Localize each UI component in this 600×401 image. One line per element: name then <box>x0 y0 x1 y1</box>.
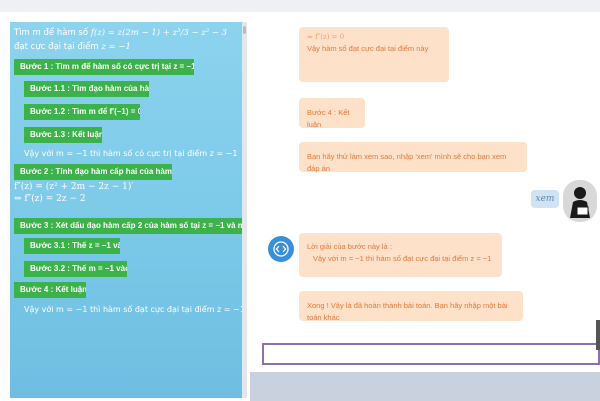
problem-point: z = −1 <box>101 42 131 52</box>
step-2[interactable]: Bước 2 : Tính đạo hàm cấp hai của hàm số <box>14 164 172 180</box>
message-input[interactable] <box>262 343 600 365</box>
problem-prefix: Tìm m để hàm số <box>14 28 91 38</box>
bot-message: Bước 4 : Kết luận <box>299 98 365 129</box>
user-message: xem <box>531 190 559 208</box>
bot-message: ⇔ f″(z) = 0 Vậy hàm số đạt cực đại tại đ… <box>299 27 449 82</box>
step-4-note: Vậy với m = −1 thì hàm số đạt cực đại tạ… <box>24 305 242 314</box>
step-1-2[interactable]: Bước 1.2 : Tìm m để f′(−1) = 0 <box>24 104 140 120</box>
top-bar <box>0 0 600 12</box>
bot-message: Lời giải của bước này là : Vậy với m = −… <box>299 233 502 277</box>
step-3-2[interactable]: Bước 3.2 : Thế m = −1 vào <box>24 261 127 277</box>
steps-panel: Tìm m để hàm số f(z) = z(2m − 1) + z³/3 … <box>10 22 242 398</box>
steps-scrollbar[interactable] <box>242 22 247 398</box>
step-1-note: Vậy với m = −1 thì hàm số có cực trị tại… <box>24 149 238 158</box>
message-line: Bạn hãy thử làm xem sao, nhập 'xem' mình… <box>307 152 507 173</box>
step-3[interactable]: Bước 3 : Xét dấu đạo hàm cấp 2 của hàm s… <box>14 218 242 234</box>
step-2-formula-1: f″(z) = (z² + 2m − 2z − 1)′ <box>14 182 134 192</box>
problem-formula: f(z) = z(2m − 1) + z³/3 − z² − 3 <box>90 28 228 38</box>
chevrons-code-icon <box>269 237 293 261</box>
step-1-1[interactable]: Bước 1.1 : Tìm đạo hàm của hàm số <box>24 81 149 97</box>
step-4[interactable]: Bước 4 : Kết luận <box>14 282 86 298</box>
bottom-bar <box>250 372 600 401</box>
message-line: Lời giải của bước này là : <box>307 242 392 251</box>
message-line: Xong ! Vậy là đã hoàn thành bài toán. Bạ… <box>307 301 508 322</box>
step-1[interactable]: Bước 1 : Tìm m để hàm số có cực trị tại … <box>14 59 194 75</box>
chat-scrollbar[interactable] <box>596 320 600 350</box>
bot-avatar-icon <box>268 236 294 262</box>
message-line: Vậy hàm số đạt cực đại tại điểm này <box>307 44 429 53</box>
message-line: ⇔ f″(z) = 0 <box>307 33 345 41</box>
problem-statement: Tìm m để hàm số f(z) = z(2m − 1) + z³/3 … <box>14 26 240 54</box>
bot-message: Bạn hãy thử làm xem sao, nhập 'xem' mình… <box>299 142 527 173</box>
person-avatar-icon <box>570 187 590 218</box>
step-2-formula-2: ⇔ f″(z) = 2z − 2 <box>14 194 86 204</box>
bot-message: Xong ! Vậy là đã hoàn thành bài toán. Bạ… <box>299 291 523 322</box>
message-line: Vậy với m = −1 thì hàm số đạt cực đại tạ… <box>313 254 492 263</box>
message-line: Bước 4 : Kết luận <box>307 108 350 129</box>
problem-suffix: đạt cực đại tại điểm <box>14 42 102 52</box>
message-line: xem <box>535 194 555 204</box>
user-avatar-icon <box>563 180 597 222</box>
step-3-1[interactable]: Bước 3.1 : Thế z = −1 vào <box>24 238 120 254</box>
step-1-3[interactable]: Bước 1.3 : Kết luận <box>24 127 102 143</box>
